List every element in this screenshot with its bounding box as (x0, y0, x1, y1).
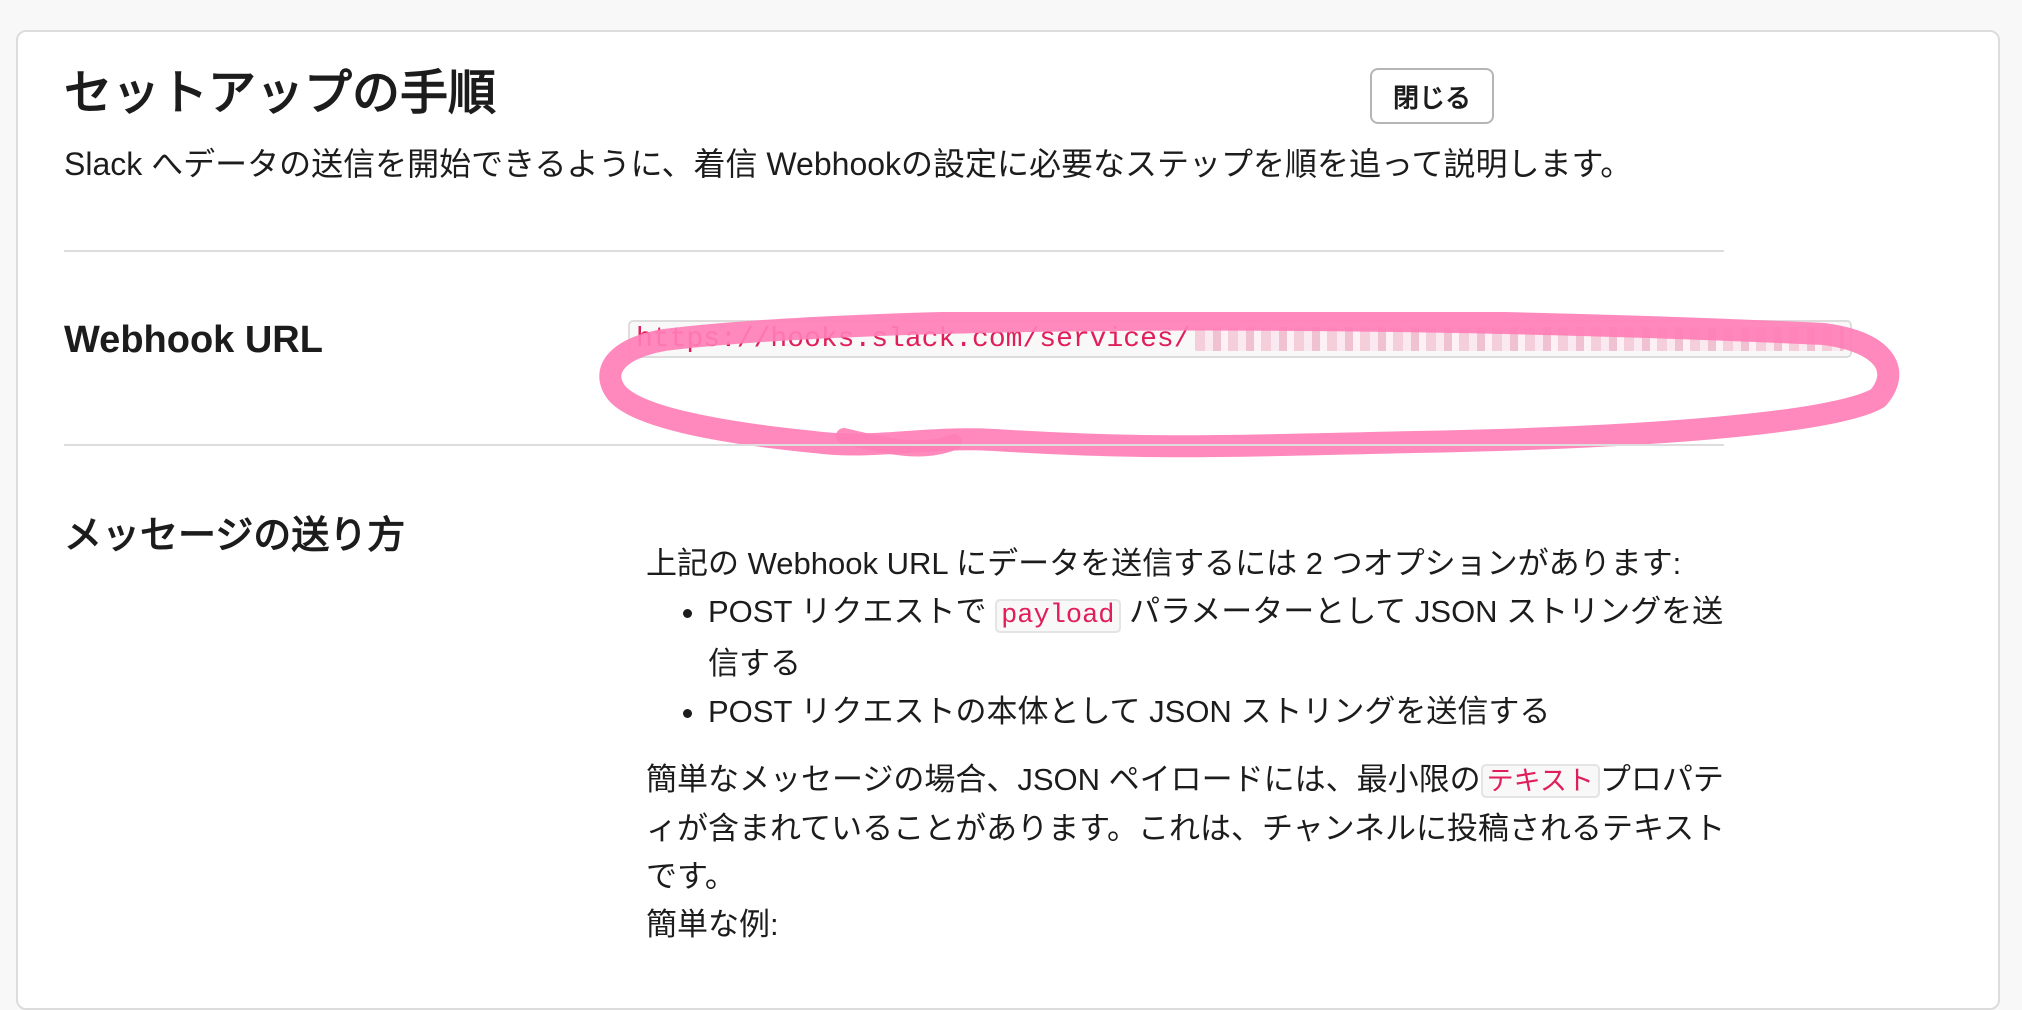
how-to-send-content: 上記の Webhook URL にデータを送信するには 2 つオプションがありま… (646, 540, 1736, 949)
close-button[interactable]: 閉じる (1370, 68, 1494, 124)
simple-example-label: 簡単な例: (646, 907, 779, 942)
section-divider (64, 444, 1724, 446)
webhook-url-token-blurred (1194, 327, 1844, 351)
option1-text-before: POST リクエストで (708, 594, 987, 629)
webhook-url-text: https://hooks.slack.com/services/ (636, 323, 1191, 355)
how-to-send-label: メッセージの送り方 (64, 515, 406, 557)
section-divider (64, 250, 1724, 252)
intro-text: 上記の Webhook URL にデータを送信するには 2 つオプションがありま… (646, 546, 1682, 581)
text-property-code: テキスト (1480, 764, 1600, 798)
list-item: POST リクエストで payload パラメーターとして JSON ストリング… (708, 588, 1736, 688)
simple-text-before: 簡単なメッセージの場合、JSON ペイロードには、最小限の (646, 762, 1481, 797)
simple-message-text: 簡単なメッセージの場合、JSON ペイロードには、最小限の テキスト プロパティが含… (646, 756, 1736, 901)
payload-code: payload (995, 599, 1121, 633)
webhook-url-field[interactable]: https://hooks.slack.com/services/ (628, 320, 1852, 358)
page-title: セットアップの手順 (64, 67, 497, 120)
options-list: POST リクエストで payload パラメーターとして JSON ストリング… (646, 588, 1736, 736)
page-subtitle: Slack へデータの送信を開始できるように、着信 Webhookの設定に必要な… (64, 146, 1633, 182)
webhook-url-label: Webhook URL (64, 319, 323, 361)
list-item: POST リクエストの本体として JSON ストリングを送信する (708, 688, 1736, 736)
